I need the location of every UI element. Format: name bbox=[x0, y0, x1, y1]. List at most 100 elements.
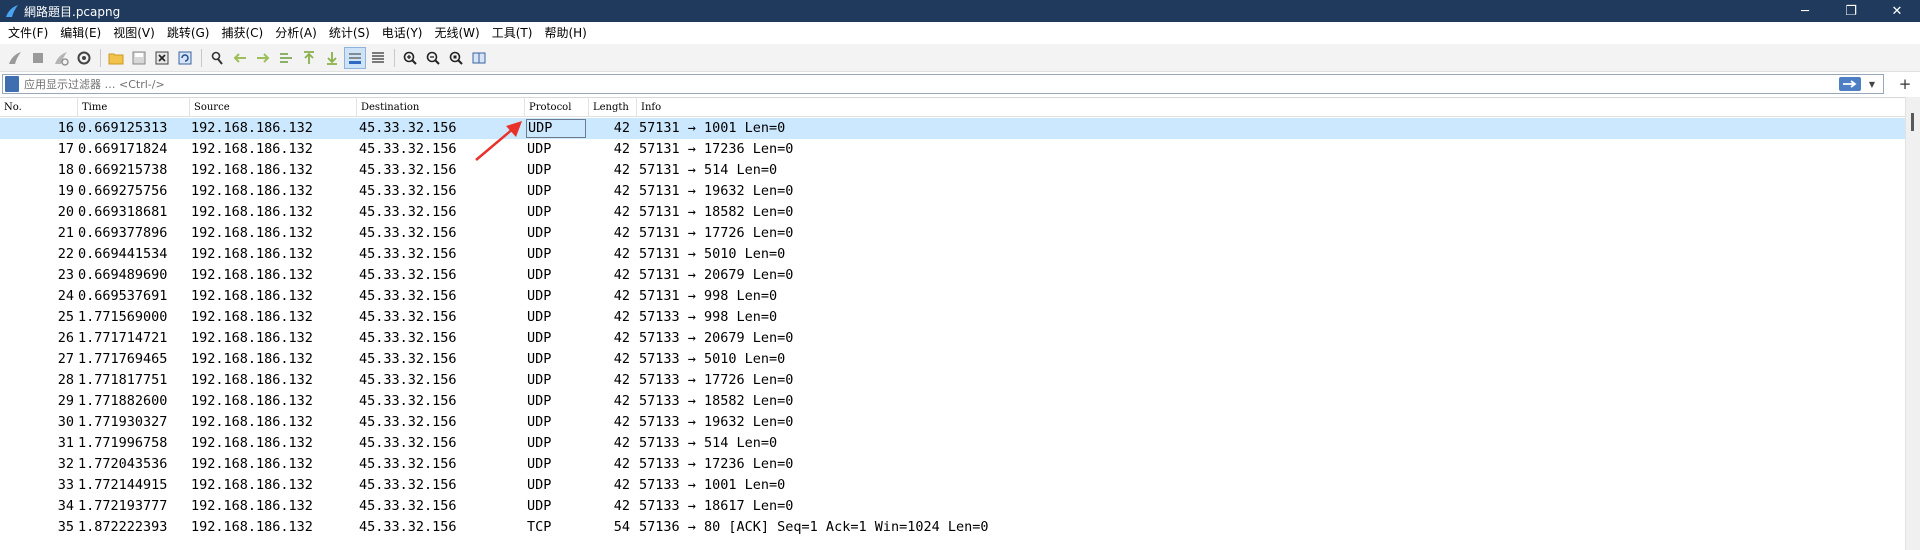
packet-row[interactable]: 26 1.771714721 192.168.186.132 45.33.32.156… bbox=[0, 328, 1905, 349]
packet-source: 192.168.186.132 bbox=[191, 141, 313, 157]
packet-row[interactable]: 31 1.771996758 192.168.186.132 45.33.32.156… bbox=[0, 433, 1905, 454]
menu-capture[interactable]: 捕获(C) bbox=[215, 22, 269, 44]
column-header-source[interactable]: Source bbox=[190, 98, 357, 117]
gear-options-icon[interactable] bbox=[73, 47, 95, 69]
packet-row[interactable]: 22 0.669441534 192.168.186.132 45.33.32.156… bbox=[0, 244, 1905, 265]
packet-time: 1.771569000 bbox=[78, 309, 168, 325]
go-back-arrow-icon[interactable] bbox=[229, 47, 251, 69]
packet-row[interactable]: 29 1.771882600 192.168.186.132 45.33.32.156… bbox=[0, 391, 1905, 412]
column-header-no[interactable]: No. bbox=[0, 98, 78, 117]
go-to-packet-icon[interactable] bbox=[275, 47, 297, 69]
zoom-normal-icon[interactable] bbox=[445, 47, 467, 69]
packet-source: 192.168.186.132 bbox=[191, 372, 313, 388]
packet-length: 42 bbox=[613, 456, 630, 472]
packet-row[interactable]: 32 1.772043536 192.168.186.132 45.33.32.156… bbox=[0, 454, 1905, 475]
autoscroll-icon[interactable] bbox=[344, 46, 366, 69]
packet-info: 57136 → 80 [ACK] Seq=1 Ack=1 Win=1024 Le… bbox=[639, 519, 989, 535]
packet-destination: 45.33.32.156 bbox=[359, 414, 457, 430]
packet-source: 192.168.186.132 bbox=[191, 456, 313, 472]
vertical-scrollbar[interactable] bbox=[1905, 97, 1920, 550]
packet-time: 0.669318681 bbox=[78, 204, 168, 220]
packet-row[interactable]: 17 0.669171824 192.168.186.132 45.33.32.156… bbox=[0, 139, 1905, 160]
scrollbar-thumb[interactable] bbox=[1911, 113, 1914, 131]
colorize-icon[interactable] bbox=[367, 47, 389, 69]
menu-tools[interactable]: 工具(T) bbox=[486, 22, 539, 44]
packet-length: 42 bbox=[613, 120, 630, 136]
packet-time: 1.772144915 bbox=[78, 477, 168, 493]
zoom-in-icon[interactable] bbox=[399, 47, 421, 69]
go-last-icon[interactable] bbox=[321, 47, 343, 69]
packet-row[interactable]: 19 0.669275756 192.168.186.132 45.33.32.156… bbox=[0, 181, 1905, 202]
packet-row[interactable]: 16 0.669125313 192.168.186.132 45.33.32.156… bbox=[0, 118, 1905, 139]
bookmark-icon[interactable] bbox=[5, 76, 19, 92]
packet-row[interactable]: 24 0.669537691 192.168.186.132 45.33.32.156… bbox=[0, 286, 1905, 307]
packet-row[interactable]: 30 1.771930327 192.168.186.132 45.33.32.156… bbox=[0, 412, 1905, 433]
packet-protocol: UDP bbox=[527, 477, 552, 493]
file-save-icon[interactable] bbox=[128, 47, 150, 69]
menu-help[interactable]: 帮助(H) bbox=[538, 22, 592, 44]
packet-row[interactable]: 20 0.669318681 192.168.186.132 45.33.32.156… bbox=[0, 202, 1905, 223]
menu-analyze[interactable]: 分析(A) bbox=[269, 22, 323, 44]
packet-length: 42 bbox=[613, 267, 630, 283]
packet-time: 1.771714721 bbox=[78, 330, 168, 346]
packet-row[interactable]: 21 0.669377896 192.168.186.132 45.33.32.156… bbox=[0, 223, 1905, 244]
packet-protocol: UDP bbox=[527, 330, 552, 346]
packet-protocol: UDP bbox=[527, 162, 552, 178]
column-header-info[interactable]: Info bbox=[637, 98, 1905, 117]
packet-row[interactable]: 18 0.669215738 192.168.186.132 45.33.32.156… bbox=[0, 160, 1905, 181]
packet-destination: 45.33.32.156 bbox=[359, 330, 457, 346]
go-first-icon[interactable] bbox=[298, 47, 320, 69]
menu-view[interactable]: 视图(V) bbox=[107, 22, 161, 44]
packet-length: 42 bbox=[613, 414, 630, 430]
packet-protocol: UDP bbox=[527, 288, 552, 304]
wireshark-fin-icon bbox=[6, 5, 18, 17]
close-button[interactable]: ✕ bbox=[1874, 0, 1920, 22]
folder-open-icon[interactable] bbox=[105, 47, 127, 69]
apply-filter-arrow-icon[interactable] bbox=[1839, 77, 1861, 91]
resize-columns-icon[interactable] bbox=[468, 47, 490, 69]
display-filter-bar: ▼ + bbox=[0, 74, 1920, 94]
packet-no: 34 bbox=[57, 498, 74, 514]
packet-info: 57133 → 20679 Len=0 bbox=[639, 330, 794, 346]
packet-row[interactable]: 33 1.772144915 192.168.186.132 45.33.32.156… bbox=[0, 475, 1905, 496]
find-magnifier-icon[interactable] bbox=[206, 47, 228, 69]
chevron-down-icon[interactable]: ▼ bbox=[1865, 77, 1879, 91]
packet-row[interactable]: 23 0.669489690 192.168.186.132 45.33.32.156… bbox=[0, 265, 1905, 286]
packet-destination: 45.33.32.156 bbox=[359, 393, 457, 409]
zoom-out-icon[interactable] bbox=[422, 47, 444, 69]
display-filter-input[interactable] bbox=[24, 76, 1724, 92]
menu-go[interactable]: 跳转(G) bbox=[161, 22, 216, 44]
packet-row[interactable]: 35 1.872222393 192.168.186.132 45.33.32.156… bbox=[0, 517, 1905, 538]
packet-row[interactable]: 34 1.772193777 192.168.186.132 45.33.32.156… bbox=[0, 496, 1905, 517]
menu-wireless[interactable]: 无线(W) bbox=[429, 22, 486, 44]
shark-fin-start-icon[interactable] bbox=[4, 47, 26, 69]
column-header-time[interactable]: Time bbox=[78, 98, 190, 117]
menu-file[interactable]: 文件(F) bbox=[2, 22, 54, 44]
stop-square-icon[interactable] bbox=[27, 47, 49, 69]
packet-no: 17 bbox=[57, 141, 74, 157]
column-header-destination[interactable]: Destination bbox=[357, 98, 525, 117]
column-header-length[interactable]: Length bbox=[589, 98, 637, 117]
packet-time: 1.772193777 bbox=[78, 498, 168, 514]
packet-source: 192.168.186.132 bbox=[191, 288, 313, 304]
packet-info: 57131 → 18582 Len=0 bbox=[639, 204, 794, 220]
menu-telephony[interactable]: 电话(Y) bbox=[376, 22, 429, 44]
minimize-button[interactable]: ─ bbox=[1782, 0, 1828, 22]
maximize-button[interactable]: ❐ bbox=[1828, 0, 1874, 22]
menu-statistics[interactable]: 统计(S) bbox=[323, 22, 376, 44]
packet-row[interactable]: 27 1.771769465 192.168.186.132 45.33.32.156… bbox=[0, 349, 1905, 370]
packet-time: 0.669489690 bbox=[78, 267, 168, 283]
column-header-protocol[interactable]: Protocol bbox=[525, 98, 589, 117]
packet-time: 1.771817751 bbox=[78, 372, 168, 388]
restart-fin-icon[interactable] bbox=[50, 47, 72, 69]
file-close-icon[interactable] bbox=[151, 47, 173, 69]
packet-info: 57131 → 514 Len=0 bbox=[639, 162, 778, 178]
add-filter-button[interactable]: + bbox=[1898, 74, 1912, 94]
menu-edit[interactable]: 编辑(E) bbox=[54, 22, 107, 44]
packet-source: 192.168.186.132 bbox=[191, 246, 313, 262]
packet-time: 1.771882600 bbox=[78, 393, 168, 409]
reload-icon[interactable] bbox=[174, 47, 196, 69]
packet-row[interactable]: 28 1.771817751 192.168.186.132 45.33.32.156… bbox=[0, 370, 1905, 391]
go-forward-arrow-icon[interactable] bbox=[252, 47, 274, 69]
packet-row[interactable]: 25 1.771569000 192.168.186.132 45.33.32.156… bbox=[0, 307, 1905, 328]
